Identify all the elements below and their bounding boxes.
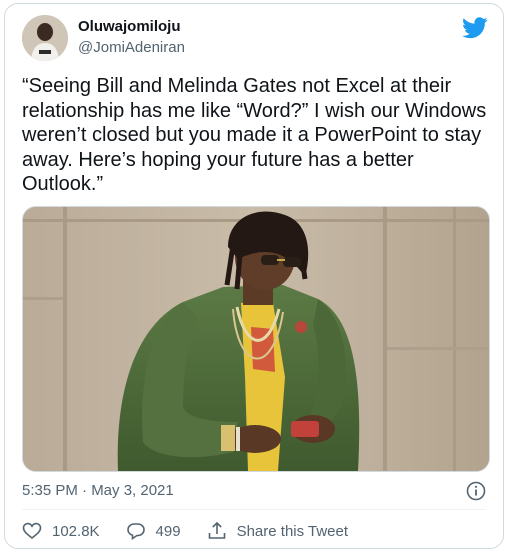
display-name[interactable]: Oluwajomiloju	[78, 18, 181, 35]
tweet-card: Oluwajomiloju @JomiAdeniran “Seeing Bill…	[4, 3, 504, 549]
tweet-photo[interactable]	[22, 206, 490, 472]
info-icon[interactable]	[466, 481, 486, 501]
like-button[interactable]: 102.8K	[22, 521, 100, 541]
user-handle[interactable]: @JomiAdeniran	[78, 39, 185, 56]
tweet-timestamp[interactable]: 5:35 PM · May 3, 2021	[22, 482, 174, 499]
reply-count: 499	[155, 522, 181, 540]
photo-man-in-green-jacket	[23, 207, 489, 471]
avatar-image	[22, 15, 68, 61]
tweet-text: “Seeing Bill and Melinda Gates not Excel…	[22, 75, 492, 195]
share-button[interactable]: Share this Tweet	[207, 521, 348, 541]
twitter-bird-icon[interactable]	[462, 17, 488, 39]
reply-icon	[126, 523, 145, 540]
like-count: 102.8K	[52, 522, 100, 540]
reply-button[interactable]: 499	[126, 521, 181, 541]
share-label: Share this Tweet	[236, 522, 349, 540]
avatar[interactable]	[22, 15, 68, 61]
heart-icon	[22, 522, 42, 540]
share-icon	[208, 521, 225, 539]
divider	[22, 509, 486, 510]
tweet-actions: 102.8K 499 Share this Tweet	[22, 519, 374, 543]
